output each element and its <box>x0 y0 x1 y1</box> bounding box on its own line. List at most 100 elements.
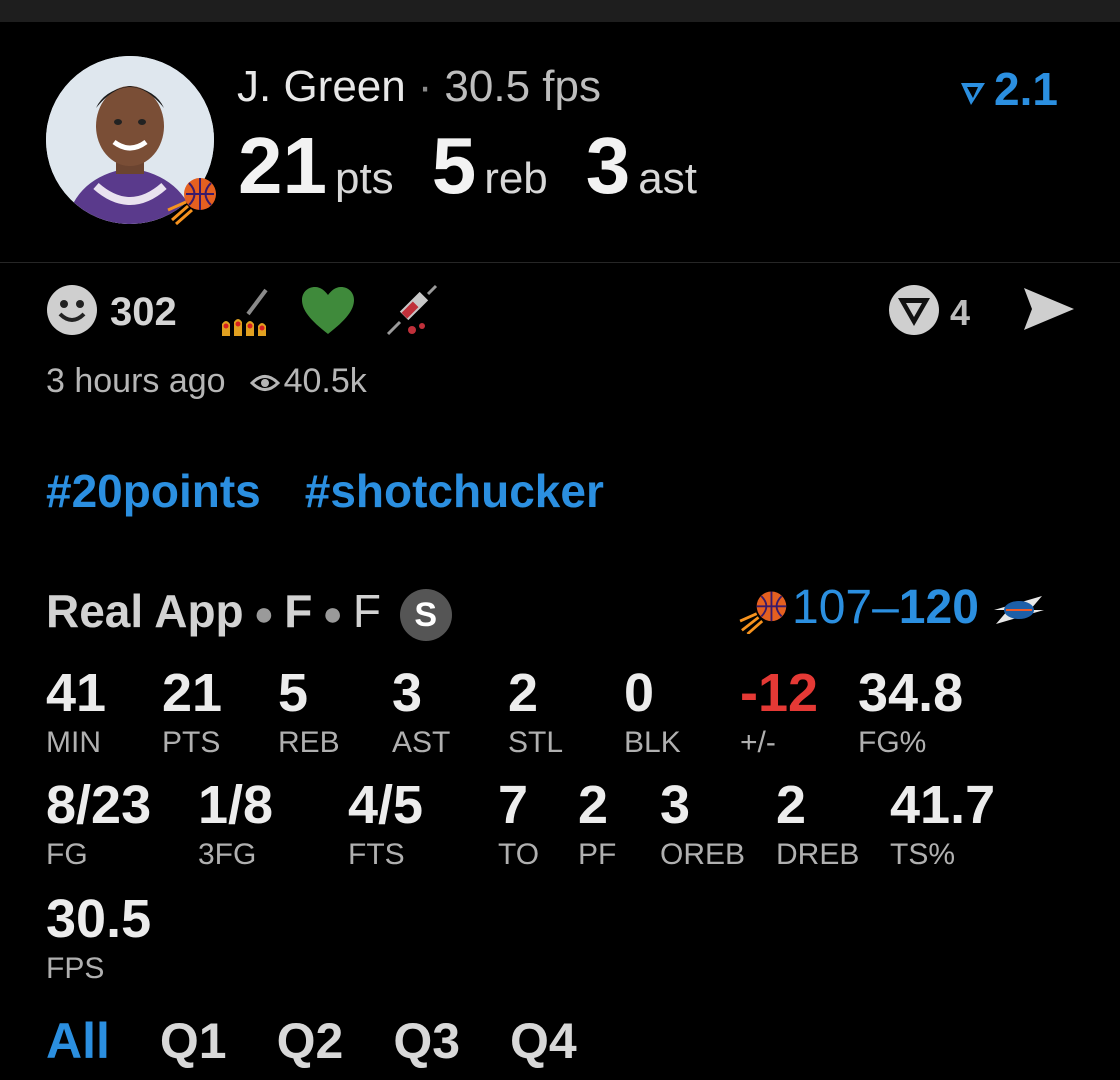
stat-label: DREB <box>776 838 860 871</box>
sport-badge[interactable]: S <box>399 588 452 641</box>
rating-value: 2.1 <box>994 63 1058 115</box>
stat-blk: 0 BLK <box>624 664 681 760</box>
stat-label: FG% <box>858 726 927 759</box>
stat-label: PF <box>578 838 617 871</box>
stat-label: OREB <box>660 838 746 871</box>
stat-label: FPS <box>46 952 105 985</box>
headline-ast-unit: ast <box>638 154 697 203</box>
quarter-tabs: All Q1 Q2 Q3 Q4 <box>46 1012 627 1070</box>
stat-value: 34.8 <box>858 663 964 723</box>
game-header: Real App ● F ● F S <box>46 584 452 641</box>
vote-arrow-icon <box>961 82 985 105</box>
smile-icon[interactable] <box>46 284 98 336</box>
stat-fg: 8/23 FG <box>46 776 151 872</box>
stat-label: FTS <box>348 838 405 871</box>
stat-value: 8/23 <box>46 775 152 835</box>
stat-value: 2 <box>776 775 807 835</box>
stat-ts-pct: 41.7 TS% <box>890 776 995 872</box>
player-header: J. Green · 30.5 fps <box>237 62 601 112</box>
stat-label: 3FG <box>198 838 257 871</box>
stat-label: TO <box>498 838 540 871</box>
post-meta: 3 hours ago 40.5k <box>46 362 367 401</box>
nail-polish-icon[interactable] <box>218 284 274 340</box>
stat-value: 0 <box>624 663 655 723</box>
reactions-bar: 302 4 <box>46 284 1076 340</box>
player-name[interactable]: J. Green <box>237 62 406 111</box>
send-icon[interactable] <box>1022 284 1076 334</box>
comment-icon[interactable] <box>886 284 942 336</box>
stat-label: STL <box>508 726 564 759</box>
stat-value: 2 <box>578 775 609 835</box>
stat-fg-pct: 34.8 FG% <box>858 664 963 760</box>
score-away: 120 <box>898 581 979 634</box>
headline-reb-value: 5 <box>431 121 477 210</box>
separator-dot: ● <box>253 595 275 634</box>
tab-q1[interactable]: Q1 <box>160 1013 227 1069</box>
stat-value: 30.5 <box>46 889 152 949</box>
headline-pts-unit: pts <box>334 154 394 203</box>
comment-count: 4 <box>950 292 971 333</box>
headline-ast-value: 3 <box>585 121 631 210</box>
stat-pts: 21 PTS <box>162 664 222 760</box>
stat-label: BLK <box>624 726 681 759</box>
time-ago: 3 hours ago <box>46 362 226 400</box>
stat-label: TS% <box>890 838 956 871</box>
hashtag[interactable]: #20points <box>46 465 261 517</box>
hashtags: #20points #shotchucker <box>46 464 648 518</box>
stat-label: AST <box>392 726 451 759</box>
stat-label: MIN <box>46 726 101 759</box>
status-bar <box>0 0 1120 22</box>
stat-stl: 2 STL <box>508 664 563 760</box>
stat-value: 5 <box>278 663 309 723</box>
headline-stats: 21 pts 5 reb 3 ast <box>238 120 735 212</box>
separator-dot: ● <box>322 595 343 634</box>
stat-label: REB <box>278 726 340 759</box>
rating-badge[interactable]: 2.1 <box>958 62 1058 116</box>
game-status: F <box>284 585 313 637</box>
score-dash: – <box>872 581 899 634</box>
stat-value: 41 <box>46 663 107 723</box>
eye-icon <box>249 375 280 392</box>
stat-value: -12 <box>740 663 819 723</box>
stat-ast: 3 AST <box>392 664 450 760</box>
view-count: 40.5k <box>283 362 367 400</box>
stat-value: 21 <box>162 663 223 723</box>
green-heart-icon[interactable] <box>300 284 356 340</box>
stat-value: 4/5 <box>348 775 424 835</box>
divider <box>0 262 1120 263</box>
stat-pf: 2 PF <box>578 776 616 872</box>
stat-label: FG <box>46 838 88 871</box>
stat-value: 3 <box>392 663 423 723</box>
thunder-logo-icon <box>994 596 1045 625</box>
syringe-icon[interactable] <box>382 284 438 340</box>
source-app: Real App <box>46 585 244 637</box>
suns-logo-icon <box>739 591 787 636</box>
stat-plus-minus: -12 +/- <box>740 664 818 760</box>
stat-fps: 30.5 FPS <box>46 890 151 986</box>
tab-q2[interactable]: Q2 <box>277 1013 344 1069</box>
stat-value: 41.7 <box>890 775 996 835</box>
stat-min: 41 MIN <box>46 664 106 760</box>
tab-all[interactable]: All <box>46 1013 110 1069</box>
stat-value: 7 <box>498 775 529 835</box>
tab-q4[interactable]: Q4 <box>510 1013 577 1069</box>
stat-label: PTS <box>162 726 221 759</box>
stat-value: 1/8 <box>198 775 274 835</box>
stat-to: 7 TO <box>498 776 539 872</box>
reaction-count: 302 <box>110 290 177 334</box>
stat-reb: 5 REB <box>278 664 340 760</box>
tab-q3[interactable]: Q3 <box>393 1013 460 1069</box>
stat-fts: 4/5 FTS <box>348 776 423 872</box>
stat-value: 2 <box>508 663 539 723</box>
hashtag[interactable]: #shotchucker <box>305 465 604 517</box>
player-fps: 30.5 fps <box>444 62 601 111</box>
game-score[interactable]: 107–120 <box>738 580 1046 636</box>
stat-label: +/- <box>740 726 776 759</box>
game-status-2: F <box>352 585 381 637</box>
stat-oreb: 3 OREB <box>660 776 745 872</box>
stat-value: 3 <box>660 775 691 835</box>
stat-3fg: 1/8 3FG <box>198 776 273 872</box>
headline-pts-value: 21 <box>238 121 327 210</box>
stat-dreb: 2 DREB <box>776 776 859 872</box>
score-home: 107 <box>792 581 873 634</box>
